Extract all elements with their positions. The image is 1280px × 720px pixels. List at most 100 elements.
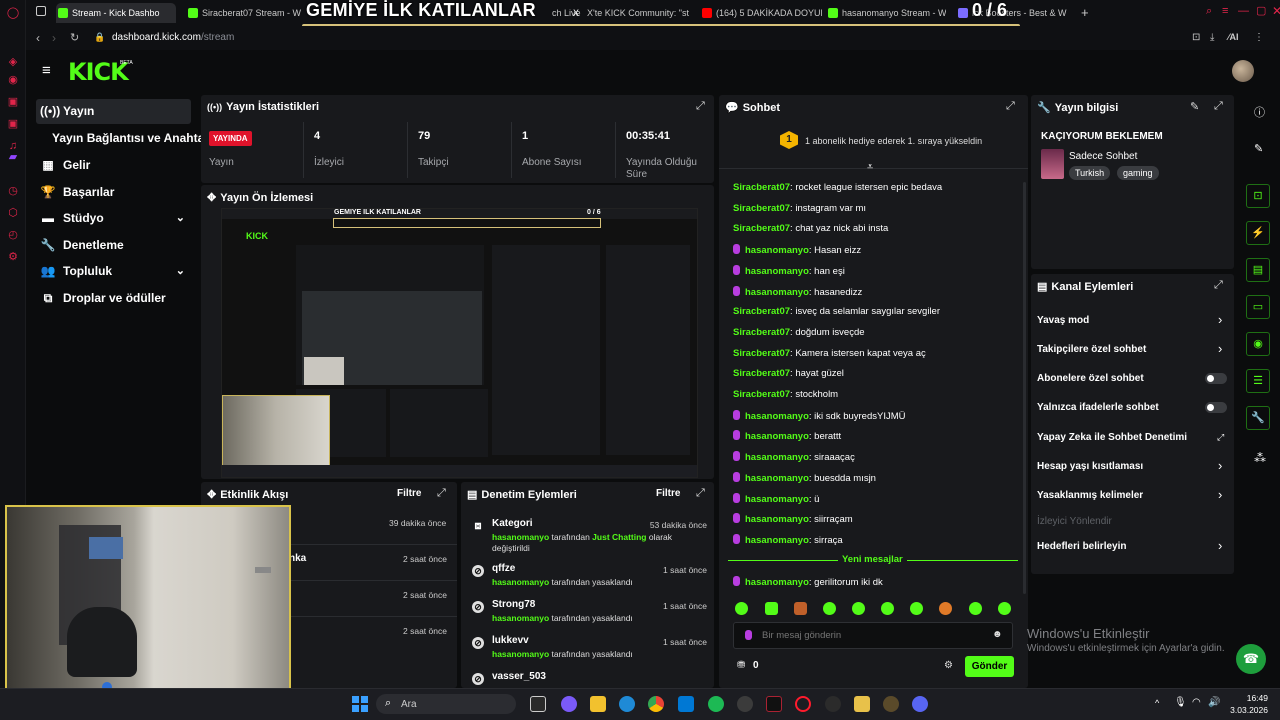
nav-topluluk[interactable]: 👥 Topluluk ⌄ [36,259,191,284]
instagram-icon[interactable]: ▣ [6,117,20,131]
expand-icon[interactable]: ⤢ [696,100,705,113]
emote-icon[interactable] [969,602,982,615]
subscribers-only-toggle[interactable] [1205,373,1227,384]
chat-username[interactable]: hasanomanyo [745,514,809,525]
twitch-icon[interactable]: ▰ [6,150,20,164]
emotes-only-toggle[interactable] [1205,402,1227,413]
search-icon[interactable]: ⌕ [1206,5,1212,18]
new-tab-button[interactable]: + [1081,5,1089,20]
edit-icon[interactable]: ✎ [1190,100,1199,113]
messenger-icon[interactable]: ◈ [6,55,20,69]
chat-username[interactable]: hasanomanyo [745,266,809,277]
wifi-icon[interactable]: ◠ [1192,697,1201,708]
info-icon[interactable]: ⓘ [1254,104,1265,120]
chevron-right-icon[interactable]: › [1218,312,1222,327]
tag[interactable]: gaming [1117,166,1159,180]
chat-username[interactable]: hasanomanyo [745,494,809,505]
stream-preview[interactable]: GEMİYE İLK KATILANLAR 0 / 6 KICK [221,208,698,478]
minimize-icon[interactable]: — [1238,5,1249,17]
nav-gelir[interactable]: ▦ Gelir [36,153,191,178]
settings-icon[interactable]: ⚙ [6,250,20,264]
external-link-icon[interactable]: ⤢ [1217,432,1224,443]
tab-kick-dashboard[interactable]: Stream - Kick Dashbo [56,3,176,23]
action-set-goals[interactable]: Hedefleri belirleyin [1037,541,1126,552]
chat-username[interactable]: Siracberat07 [733,223,790,234]
spotify-icon[interactable] [708,696,724,712]
flash-button[interactable]: ⚡ [1246,221,1270,245]
back-icon[interactable]: ‹ [36,31,40,45]
emote-icon[interactable] [881,602,894,615]
nav-studyo[interactable]: ▬ Stüdyo ⌄ [36,206,191,231]
collapse-icon[interactable]: ⩡ [867,161,873,174]
tag[interactable]: Turkish [1069,166,1111,180]
chat-username[interactable]: Siracberat07 [733,348,790,359]
store-icon[interactable] [678,696,694,712]
expand-icon[interactable]: ⤢ [1214,100,1223,113]
chat-scrollbar[interactable] [1023,182,1026,594]
edge-icon[interactable] [619,696,635,712]
wallet-icon[interactable]: ⊡ [1192,32,1200,43]
emoji-icon[interactable]: ☻ [992,629,1003,640]
app-icon[interactable] [737,696,753,712]
nav-basarilar[interactable]: 🏆 Başarılar [36,180,191,205]
emote-icon[interactable] [765,602,778,615]
chat-username[interactable]: hasanomanyo [745,245,809,256]
extension-icon[interactable]: ◉ [6,73,20,87]
start-icon[interactable] [352,696,368,712]
whatsapp-icon[interactable]: ▣ [6,95,20,109]
avatar[interactable] [1232,60,1254,82]
chat-username[interactable]: Siracberat07 [733,182,790,193]
workspace-icon[interactable] [36,6,46,16]
moderation-filter-button[interactable]: Filtre [656,488,680,499]
wrench-button[interactable]: 🔧 [1246,406,1270,430]
forward-icon[interactable]: › [52,31,56,45]
chat-settings-icon[interactable]: ⚙ [944,660,953,671]
emote-icon[interactable] [910,602,923,615]
emote-icon[interactable] [823,602,836,615]
chat-input[interactable] [762,626,982,645]
tab-siracberat[interactable]: Siracberat07 Stream - Wa [186,3,301,23]
expand-icon[interactable]: ⤢ [696,487,705,500]
chrome-icon[interactable] [648,696,664,712]
send-button[interactable]: Gönder [965,656,1014,677]
app-icon[interactable] [766,696,782,712]
clock-time[interactable]: 16:49 [1232,693,1268,703]
copilot-icon[interactable] [561,696,577,712]
opera-icon[interactable] [795,696,811,712]
chevron-right-icon[interactable]: › [1218,341,1222,356]
volume-icon[interactable]: 🔊 [1208,697,1220,708]
action-followers-only[interactable]: Takipçilere özel sohbet [1037,344,1146,355]
camera-button[interactable]: ⊡ [1246,184,1270,208]
edit-icon[interactable]: ✎ [1254,142,1263,155]
close-icon[interactable]: ✕ [1272,4,1280,18]
chat-username[interactable]: Siracberat07 [733,306,790,317]
emote-icon[interactable] [735,602,748,615]
taskview-icon[interactable] [530,696,546,712]
chat-username[interactable]: Siracberat07 [733,389,790,400]
emote-icon[interactable] [852,602,865,615]
emote-icon[interactable] [794,602,807,615]
discord-icon[interactable] [912,696,928,712]
tray-chevron-icon[interactable]: ^ [1155,698,1159,708]
chat-username[interactable]: hasanomanyo [745,473,809,484]
clock-icon[interactable]: ◴ [6,228,20,242]
expand-icon[interactable]: ⤢ [1214,279,1223,292]
mic-icon[interactable]: 🎙 [1174,697,1187,708]
expand-icon[interactable]: ⤢ [437,487,446,500]
hamburger-icon[interactable]: ≡ [42,62,51,79]
ai-icon[interactable]: ⁄AI [1228,32,1239,42]
chevron-right-icon[interactable]: › [1218,538,1222,553]
nav-droplar[interactable]: ⧉ Droplar ve ödüller [36,286,191,311]
app-icon[interactable] [883,696,899,712]
download-icon[interactable]: ⤓ [1210,32,1214,43]
action-ai-moderation[interactable]: Yapay Zeka ile Sohbet Denetimi [1037,432,1187,443]
reload-icon[interactable]: ↻ [70,31,79,44]
tab-hasanomanyo[interactable]: hasanomanyo Stream - W [826,3,946,23]
chevron-right-icon[interactable]: › [1218,458,1222,473]
url-text[interactable]: dashboard.kick.com/stream [112,32,234,43]
help-button[interactable]: ☎ [1236,644,1266,674]
action-slow-mode[interactable]: Yavaş mod [1037,315,1089,326]
widgets-icon[interactable]: ⁂ [1254,451,1266,465]
chat-username[interactable]: hasanomanyo [745,452,809,463]
action-account-age[interactable]: Hesap yaşı kısıtlaması [1037,461,1143,472]
